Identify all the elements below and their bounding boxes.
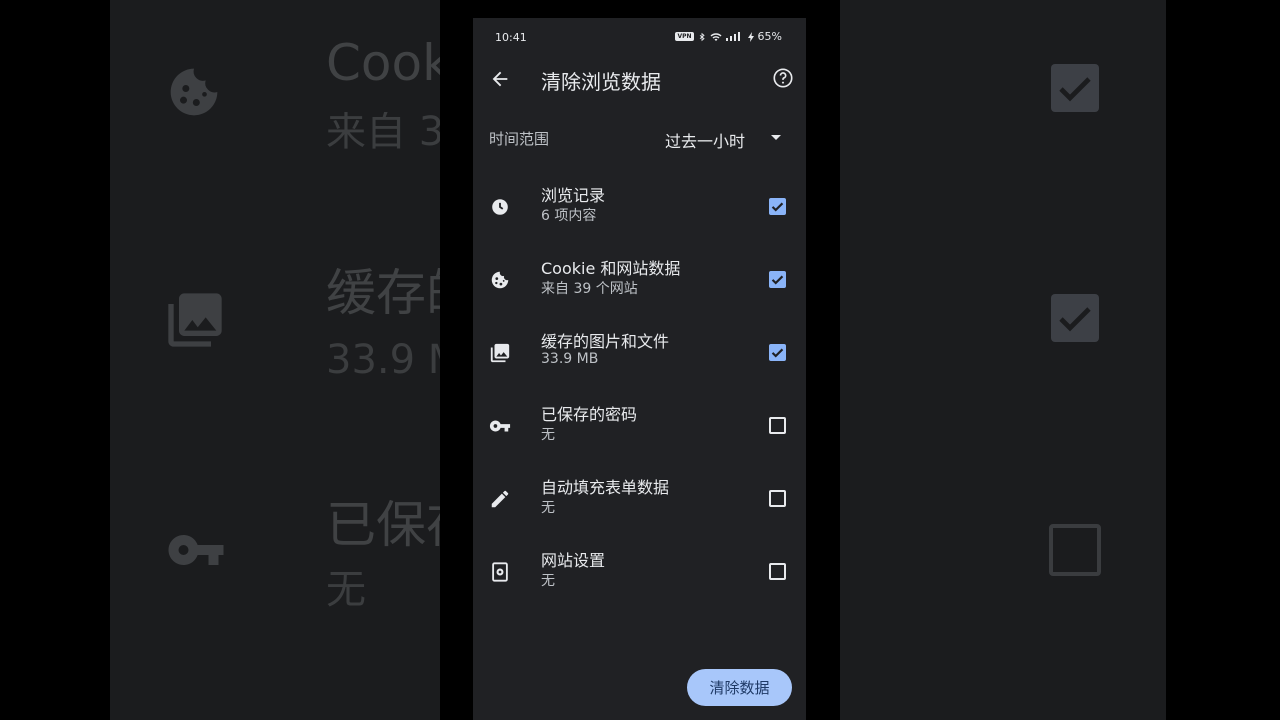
option-subtitle: 无 [541,573,555,589]
vpn-badge: VPN [675,32,694,41]
background-row3-sub: 无 [326,570,366,610]
option-title: Cookie 和网站数据 [541,259,681,278]
option-subtitle: 无 [541,500,555,516]
background-row2-sub: 33.9 M [326,340,440,380]
background-checkbox-unchecked [1049,524,1101,576]
back-arrow-icon[interactable] [489,68,511,90]
status-time: 10:41 [495,31,527,44]
background-cookie-icon [170,68,218,116]
app-bar: 清除浏览数据 [473,58,806,100]
help-icon[interactable] [772,67,794,89]
background-key-icon [168,535,224,565]
background-checkbox-checked [1051,64,1099,112]
option-checkbox[interactable] [769,271,786,288]
option-checkbox[interactable] [769,198,786,215]
signal-icon [725,32,740,41]
key-icon [489,420,511,432]
option-subtitle: 33.9 MB [541,351,599,367]
background-row2-title: 缓存的 [326,268,440,318]
status-icons: VPN 65% [675,30,782,43]
wifi-icon [710,32,722,41]
background-row1-sub: 来自 3 [326,112,440,152]
clear-option-passwords[interactable]: 已保存的密码 无 [473,397,806,461]
phone-screen: 10:41 VPN 65% 清除浏览数据 时间范围 过去一小时 浏览记录 6 项… [473,18,806,720]
battery-percent: 65% [757,30,782,43]
background-row3-title: 已保存 [326,500,440,550]
background-checkbox-checked [1051,294,1099,342]
option-subtitle: 6 项内容 [541,208,597,224]
option-subtitle: 来自 39 个网站 [541,281,638,297]
background-image-icon [168,293,222,347]
option-title: 自动填充表单数据 [541,478,670,497]
clear-option-browsing-history[interactable]: 浏览记录 6 项内容 [473,178,806,242]
option-title: 浏览记录 [541,186,606,205]
time-range-row: 时间范围 过去一小时 [473,118,806,158]
status-bar: 10:41 VPN 65% [473,18,806,58]
charging-bolt-icon [747,31,754,42]
dropdown-caret-icon[interactable] [771,135,781,140]
clear-option-autofill[interactable]: 自动填充表单数据 无 [473,470,806,534]
clear-option-cookies[interactable]: Cookie 和网站数据 来自 39 个网站 [473,251,806,315]
clear-option-site-settings[interactable]: 网站设置 无 [473,543,806,607]
cookie-icon [491,271,509,289]
bluetooth-icon [699,32,705,41]
option-title: 网站设置 [541,551,606,570]
time-range-dropdown[interactable]: 过去一小时 [665,128,745,152]
image-icon [490,343,510,363]
option-title: 已保存的密码 [541,405,638,424]
page-title: 清除浏览数据 [541,70,661,94]
history-clock-icon [492,199,508,215]
pencil-icon [491,490,509,508]
clear-option-cached-images[interactable]: 缓存的图片和文件 33.9 MB [473,324,806,388]
background-right-panel [840,0,1166,720]
clear-data-button[interactable]: 清除数据 [687,669,792,706]
time-range-label: 时间范围 [489,130,550,148]
option-checkbox[interactable] [769,490,786,507]
option-checkbox[interactable] [769,563,786,580]
option-checkbox[interactable] [769,417,786,434]
option-subtitle: 无 [541,427,555,443]
site-settings-icon [492,562,508,582]
option-title: 缓存的图片和文件 [541,332,670,351]
option-checkbox[interactable] [769,344,786,361]
background-row1-title: Cook [326,38,440,88]
